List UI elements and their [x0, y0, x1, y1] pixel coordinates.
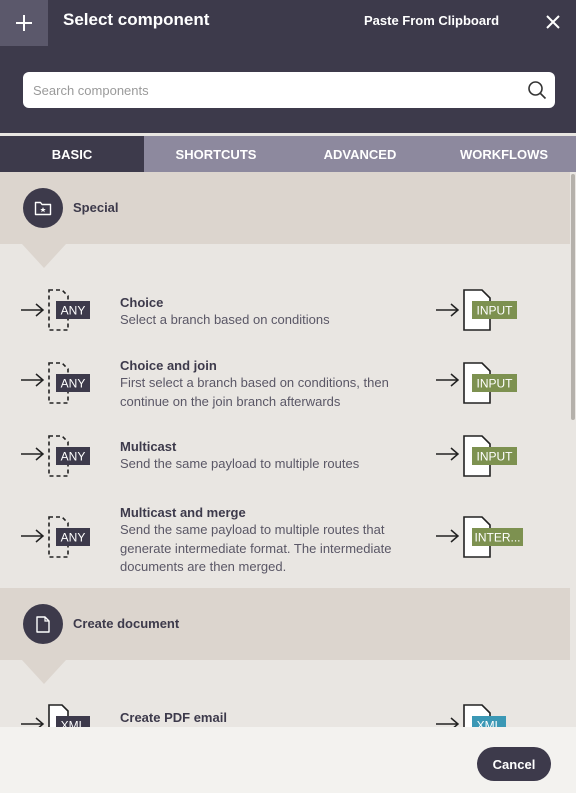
component-name: Choice [120, 295, 164, 310]
arrow-right-icon [21, 303, 45, 317]
add-button[interactable] [0, 0, 48, 46]
category-header-create-document: Create document [0, 588, 570, 684]
component-item-create-pdf-email[interactable]: XML Create PDF email XML [0, 700, 570, 727]
xml-document-icon: XML [463, 704, 506, 728]
svg-text:ANY: ANY [61, 377, 86, 391]
component-description: Send the same payload to multiple routes… [120, 522, 392, 574]
search-input[interactable] [33, 72, 513, 108]
folder-star-icon [23, 188, 63, 228]
component-name: Choice and join [120, 358, 217, 373]
component-name: Multicast and merge [120, 505, 246, 520]
any-document-icon: ANY [48, 289, 90, 331]
document-icon [23, 604, 63, 644]
component-name: Multicast [120, 439, 177, 454]
input-document-icon: INPUT [463, 435, 517, 477]
dialog-title: Select component [63, 10, 210, 29]
search-field [23, 72, 555, 108]
component-description: Select a branch based on conditions [120, 312, 330, 327]
category-header-special: Special [0, 172, 570, 268]
arrow-right-icon [21, 373, 45, 387]
svg-text:INPUT: INPUT [477, 377, 514, 391]
any-document-icon: ANY [48, 362, 90, 404]
input-document-icon: INPUT [463, 362, 517, 404]
component-item-choice[interactable]: ANY Choice Select a branch based on cond… [0, 282, 570, 342]
component-item-multicast-and-merge[interactable]: ANY Multicast and merge Send the same pa… [0, 502, 570, 578]
component-item-choice-and-join[interactable]: ANY Choice and join First select a branc… [0, 352, 570, 412]
svg-text:XML: XML [477, 719, 502, 728]
arrow-right-icon [436, 529, 460, 543]
arrow-right-icon [21, 447, 45, 461]
svg-text:XML: XML [61, 719, 86, 728]
intermediate-document-icon: INTER... [463, 516, 523, 558]
dialog-header: Select component Paste From Clipboard [0, 0, 576, 133]
arrow-right-icon [436, 373, 460, 387]
svg-text:INPUT: INPUT [477, 304, 514, 318]
search-icon[interactable] [527, 80, 547, 100]
category-tabs: BASIC SHORTCUTS ADVANCED WORKFLOWS [0, 136, 576, 172]
plus-icon [16, 15, 32, 31]
xml-document-icon: XML [48, 704, 90, 728]
arrow-right-icon [436, 447, 460, 461]
svg-text:ANY: ANY [61, 304, 86, 318]
scrollbar-thumb[interactable] [571, 174, 575, 420]
category-pointer [22, 244, 66, 268]
svg-text:INTER...: INTER... [474, 531, 520, 545]
tab-shortcuts[interactable]: SHORTCUTS [144, 136, 288, 172]
tab-basic[interactable]: BASIC [0, 136, 144, 172]
svg-text:ANY: ANY [61, 531, 86, 545]
svg-text:ANY: ANY [61, 450, 86, 464]
arrow-right-icon [21, 717, 45, 727]
paste-from-clipboard-button[interactable]: Paste From Clipboard [364, 13, 499, 28]
close-icon [546, 15, 560, 29]
svg-text:INPUT: INPUT [477, 450, 514, 464]
tab-advanced[interactable]: ADVANCED [288, 136, 432, 172]
any-document-icon: ANY [48, 516, 90, 558]
arrow-right-icon [21, 529, 45, 543]
close-button[interactable] [543, 12, 563, 32]
cancel-button[interactable]: Cancel [477, 747, 551, 781]
component-description: First select a branch based on condition… [120, 375, 389, 409]
input-document-icon: INPUT [463, 289, 517, 331]
any-document-icon: ANY [48, 435, 90, 477]
arrow-right-icon [436, 717, 460, 727]
category-label: Special [73, 200, 119, 215]
component-list[interactable]: Special ANY Choice Select a branch based… [0, 172, 570, 727]
category-pointer [22, 660, 66, 684]
component-description: Send the same payload to multiple routes [120, 456, 360, 471]
arrow-right-icon [436, 303, 460, 317]
category-label: Create document [73, 616, 180, 631]
tab-workflows[interactable]: WORKFLOWS [432, 136, 576, 172]
component-name: Create PDF email [120, 710, 227, 725]
component-item-multicast[interactable]: ANY Multicast Send the same payload to m… [0, 428, 570, 484]
